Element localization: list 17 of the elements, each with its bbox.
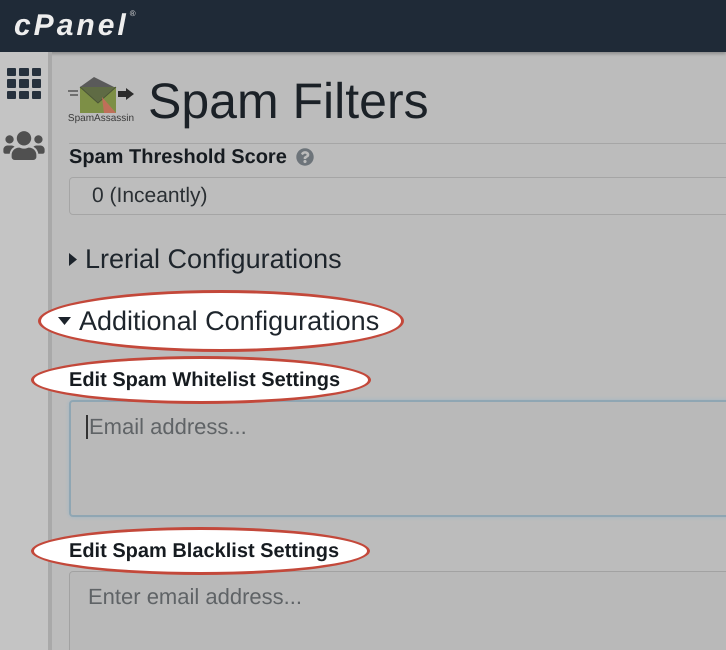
page-title: Spam Filters xyxy=(148,73,429,129)
logo-text[interactable]: cPanel xyxy=(14,9,129,43)
field-heading: Edit Spam Whitelist Settings xyxy=(69,368,340,392)
field-heading: Edit Spam Blacklist Settings xyxy=(69,539,340,563)
score-field[interactable]: 0 (Inceantly) xyxy=(69,177,726,215)
registered-mark: ® xyxy=(130,9,136,18)
help-icon[interactable] xyxy=(296,148,314,166)
apps-grid-icon[interactable] xyxy=(7,68,41,99)
field-label: Spam Threshold Score xyxy=(69,145,287,169)
users-icon[interactable] xyxy=(3,129,45,162)
email-textarea[interactable]: Enter email address... xyxy=(69,571,726,650)
email-textarea[interactable]: Email address... xyxy=(69,400,726,517)
section-toggle[interactable]: Lrerial Configurations xyxy=(69,243,342,275)
text-cursor xyxy=(86,415,88,439)
envelope-icon xyxy=(66,77,136,113)
section-toggle[interactable]: Additional Configurations xyxy=(58,305,380,337)
logo-caption: SpamAssassin xyxy=(68,113,134,125)
